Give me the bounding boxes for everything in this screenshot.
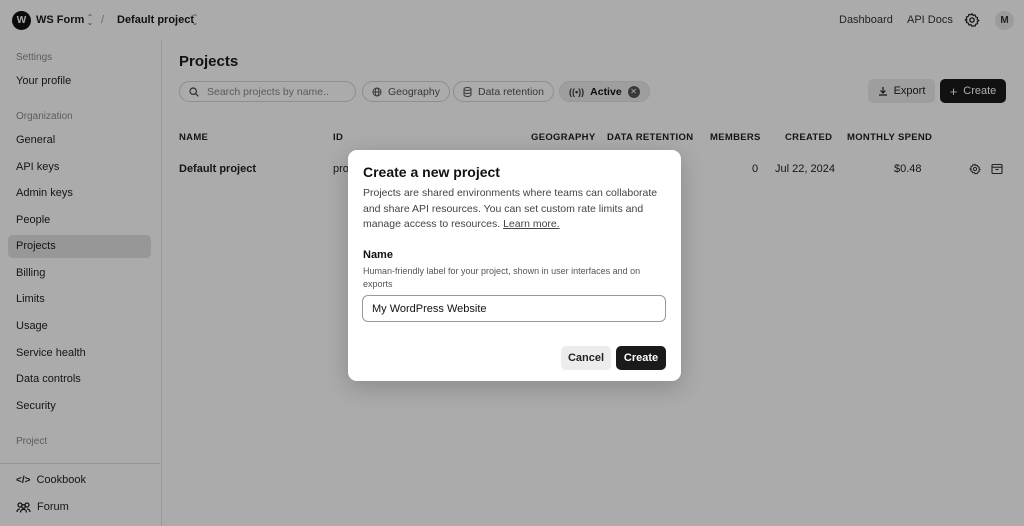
create-button[interactable]: Create — [616, 346, 666, 370]
cancel-button[interactable]: Cancel — [561, 346, 611, 370]
create-project-dialog: Create a new project Projects are shared… — [348, 150, 681, 381]
name-field-label: Name — [363, 249, 393, 261]
learn-more-link[interactable]: Learn more. — [503, 218, 560, 230]
project-name-input[interactable] — [362, 295, 666, 322]
dialog-description: Projects are shared environments where t… — [363, 186, 668, 233]
name-field-help: Human-friendly label for your project, s… — [363, 266, 641, 289]
dialog-title: Create a new project — [363, 164, 500, 180]
